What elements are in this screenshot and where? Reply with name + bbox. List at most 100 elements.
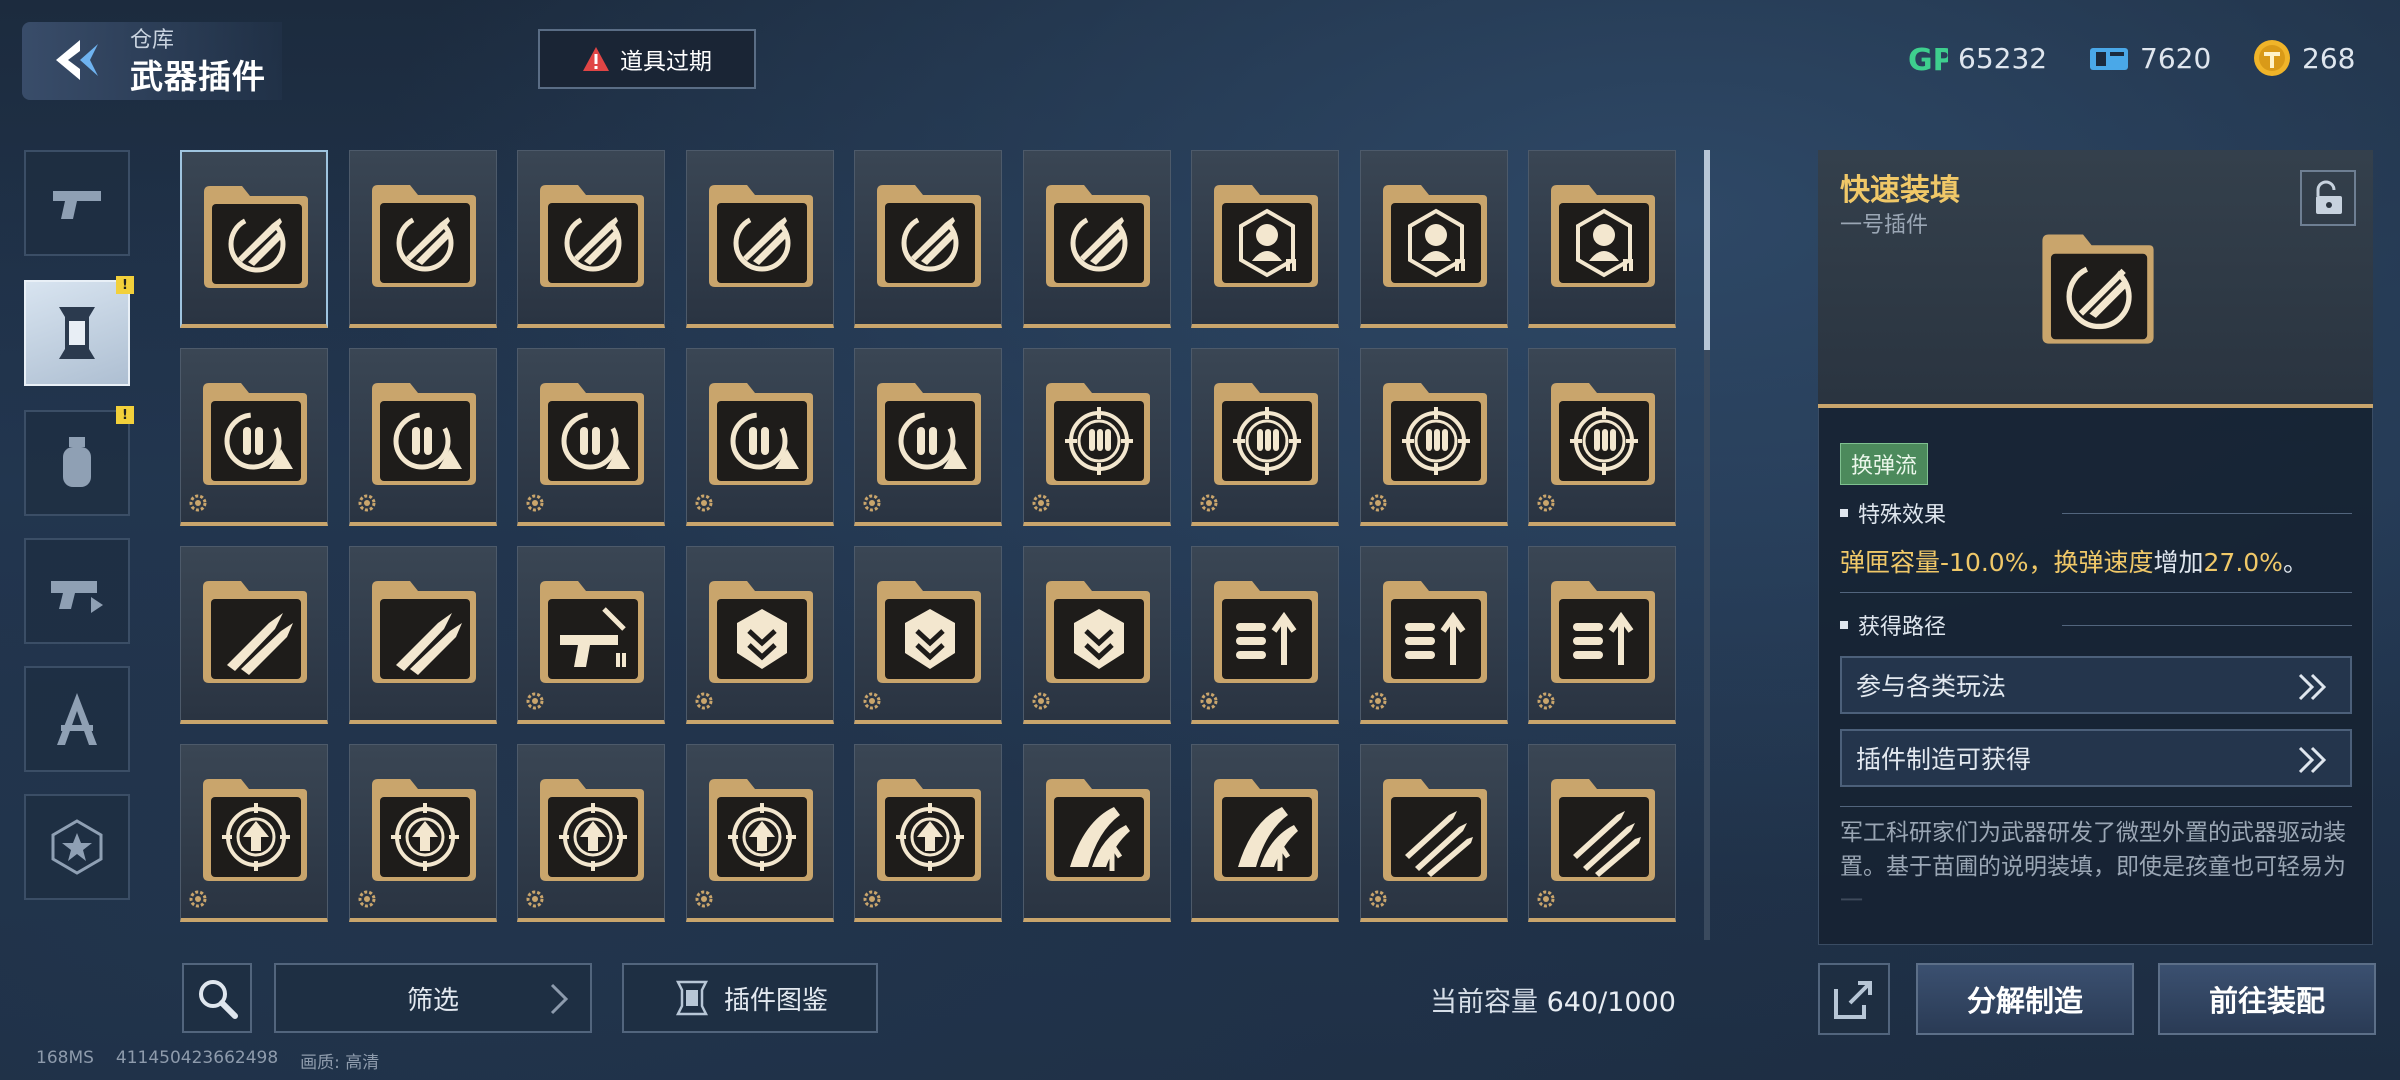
category-tab-plugins[interactable]: ! — [24, 276, 134, 386]
plugin-slot[interactable] — [854, 546, 1002, 724]
ammo-warning-icon — [371, 383, 476, 485]
gear-icon — [189, 494, 207, 512]
gear-icon — [863, 692, 881, 710]
currency-gp[interactable]: GP 65232 — [1908, 34, 2047, 82]
expired-items-button[interactable]: 道具过期 — [538, 29, 756, 89]
gun-upgrade-icon — [540, 581, 644, 683]
gear-icon — [1537, 494, 1555, 512]
plugin-slot[interactable] — [180, 744, 328, 922]
plugin-slot[interactable] — [1191, 348, 1339, 526]
coin-icon — [2254, 40, 2290, 76]
unlock-icon — [2316, 180, 2342, 214]
plugin-slot[interactable] — [517, 348, 665, 526]
reload-rocket-icon — [540, 185, 644, 287]
category-tab-guns[interactable] — [24, 150, 130, 256]
plugin-slot[interactable] — [1191, 744, 1339, 922]
star-badge-icon — [51, 819, 103, 875]
plugin-slot[interactable] — [348, 744, 497, 922]
scroll-thumb[interactable] — [1704, 150, 1710, 350]
triple-missile-icon — [1551, 779, 1655, 881]
grenade-icon — [63, 437, 91, 487]
category-tab-grenades[interactable]: ! — [24, 406, 134, 516]
gear-icon — [1200, 494, 1218, 512]
search-icon — [199, 980, 238, 1019]
plugin-slot[interactable] — [1359, 348, 1508, 526]
lock-toggle-button[interactable] — [2300, 170, 2356, 226]
share-button[interactable] — [1818, 963, 1890, 1035]
category-tab-weapon-mods[interactable] — [24, 538, 130, 644]
plugin-slot[interactable] — [1022, 546, 1171, 724]
source-section-title: 获得路径 — [1840, 609, 1946, 641]
weapon-mod-icon — [51, 581, 103, 613]
plugin-slot[interactable] — [854, 744, 1002, 922]
blueprint-icon — [57, 693, 97, 745]
currency-coin-value: 268 — [2302, 41, 2356, 75]
plugin-slot[interactable] — [685, 744, 834, 922]
plugin-slot[interactable] — [1359, 546, 1508, 724]
reload-rocket-icon — [204, 186, 308, 288]
gear-icon — [1369, 692, 1386, 710]
dismantle-button[interactable]: 分解制造 — [1916, 963, 2134, 1035]
reload-rocket-icon — [877, 185, 981, 287]
plugin-slot[interactable] — [685, 546, 834, 724]
source-gameplay-button[interactable]: 参与各类玩法 — [1840, 656, 2352, 714]
crosshair-ammo-icon — [1382, 383, 1487, 485]
target-up-icon — [708, 779, 813, 881]
plugin-slot[interactable] — [685, 150, 834, 328]
currency-ticket[interactable]: 7620 — [2088, 34, 2211, 82]
plugin-slot[interactable] — [348, 150, 497, 328]
plugin-slot[interactable] — [180, 348, 328, 526]
source-crafting-button[interactable]: 插件制造可获得 — [1840, 729, 2352, 787]
grid-scrollbar[interactable] — [1704, 150, 1710, 940]
plugin-slot[interactable] — [1528, 150, 1676, 328]
plugin-slot[interactable] — [517, 150, 665, 328]
effect-value-2: 27.0% — [2203, 548, 2283, 577]
plugin-slot[interactable] — [1022, 744, 1171, 922]
category-tab-badges[interactable] — [24, 794, 130, 900]
search-button[interactable] — [182, 963, 252, 1033]
currency-coin[interactable]: 268 — [2252, 34, 2355, 82]
plugin-codex-button[interactable]: 插件图鉴 — [622, 963, 878, 1033]
plugin-codex-label: 插件图鉴 — [723, 985, 828, 1016]
plugin-slot[interactable] — [1191, 546, 1339, 724]
gear-icon — [189, 890, 207, 908]
plugin-slot[interactable] — [854, 150, 1002, 328]
gear-icon — [1537, 890, 1555, 908]
plugin-slot[interactable] — [1359, 150, 1508, 328]
triple-missile-icon — [1382, 779, 1487, 881]
plugin-slot[interactable] — [1528, 348, 1676, 526]
plugin-slot[interactable] — [348, 348, 497, 526]
gear-icon — [358, 890, 375, 908]
plugin-slot: 一号插件 — [1840, 213, 1929, 238]
equip-button[interactable]: 前往装配 — [2158, 963, 2376, 1035]
section-divider — [1840, 592, 2352, 593]
target-up-icon — [877, 779, 981, 881]
plugin-slot[interactable] — [180, 546, 328, 724]
plugin-slot[interactable] — [1022, 150, 1171, 328]
currency-gp-value: 65232 — [1958, 41, 2048, 75]
plugin-slot[interactable] — [180, 150, 328, 328]
gear-icon — [1200, 692, 1218, 710]
plugin-slot[interactable] — [1191, 150, 1339, 328]
plugin-slot[interactable] — [1359, 744, 1508, 922]
category-tab-blueprints[interactable] — [24, 666, 130, 772]
shield-chevron-icon — [1045, 581, 1150, 683]
plugin-slot[interactable] — [1528, 546, 1676, 724]
plugin-slot[interactable] — [348, 546, 497, 724]
debug-id: 411450423662498 — [115, 1048, 279, 1068]
plugin-slot[interactable] — [1022, 348, 1171, 526]
plugin-slot[interactable] — [517, 546, 665, 724]
shield-chevron-icon — [877, 581, 981, 683]
gear-icon — [695, 692, 712, 710]
new-badge: ! — [116, 276, 134, 294]
filter-button[interactable]: 筛选 — [274, 963, 592, 1033]
ammo-warning-icon — [203, 383, 307, 485]
plugin-slot[interactable] — [517, 744, 665, 922]
plugin-slot[interactable] — [685, 348, 834, 526]
headshot-target-icon — [1382, 185, 1487, 287]
page-title: 武器插件 — [130, 57, 266, 96]
plugin-slot[interactable] — [854, 348, 1002, 526]
plugin-slot[interactable] — [1528, 744, 1676, 922]
gear-icon — [695, 890, 712, 908]
chevron-right-icon — [550, 983, 569, 1015]
